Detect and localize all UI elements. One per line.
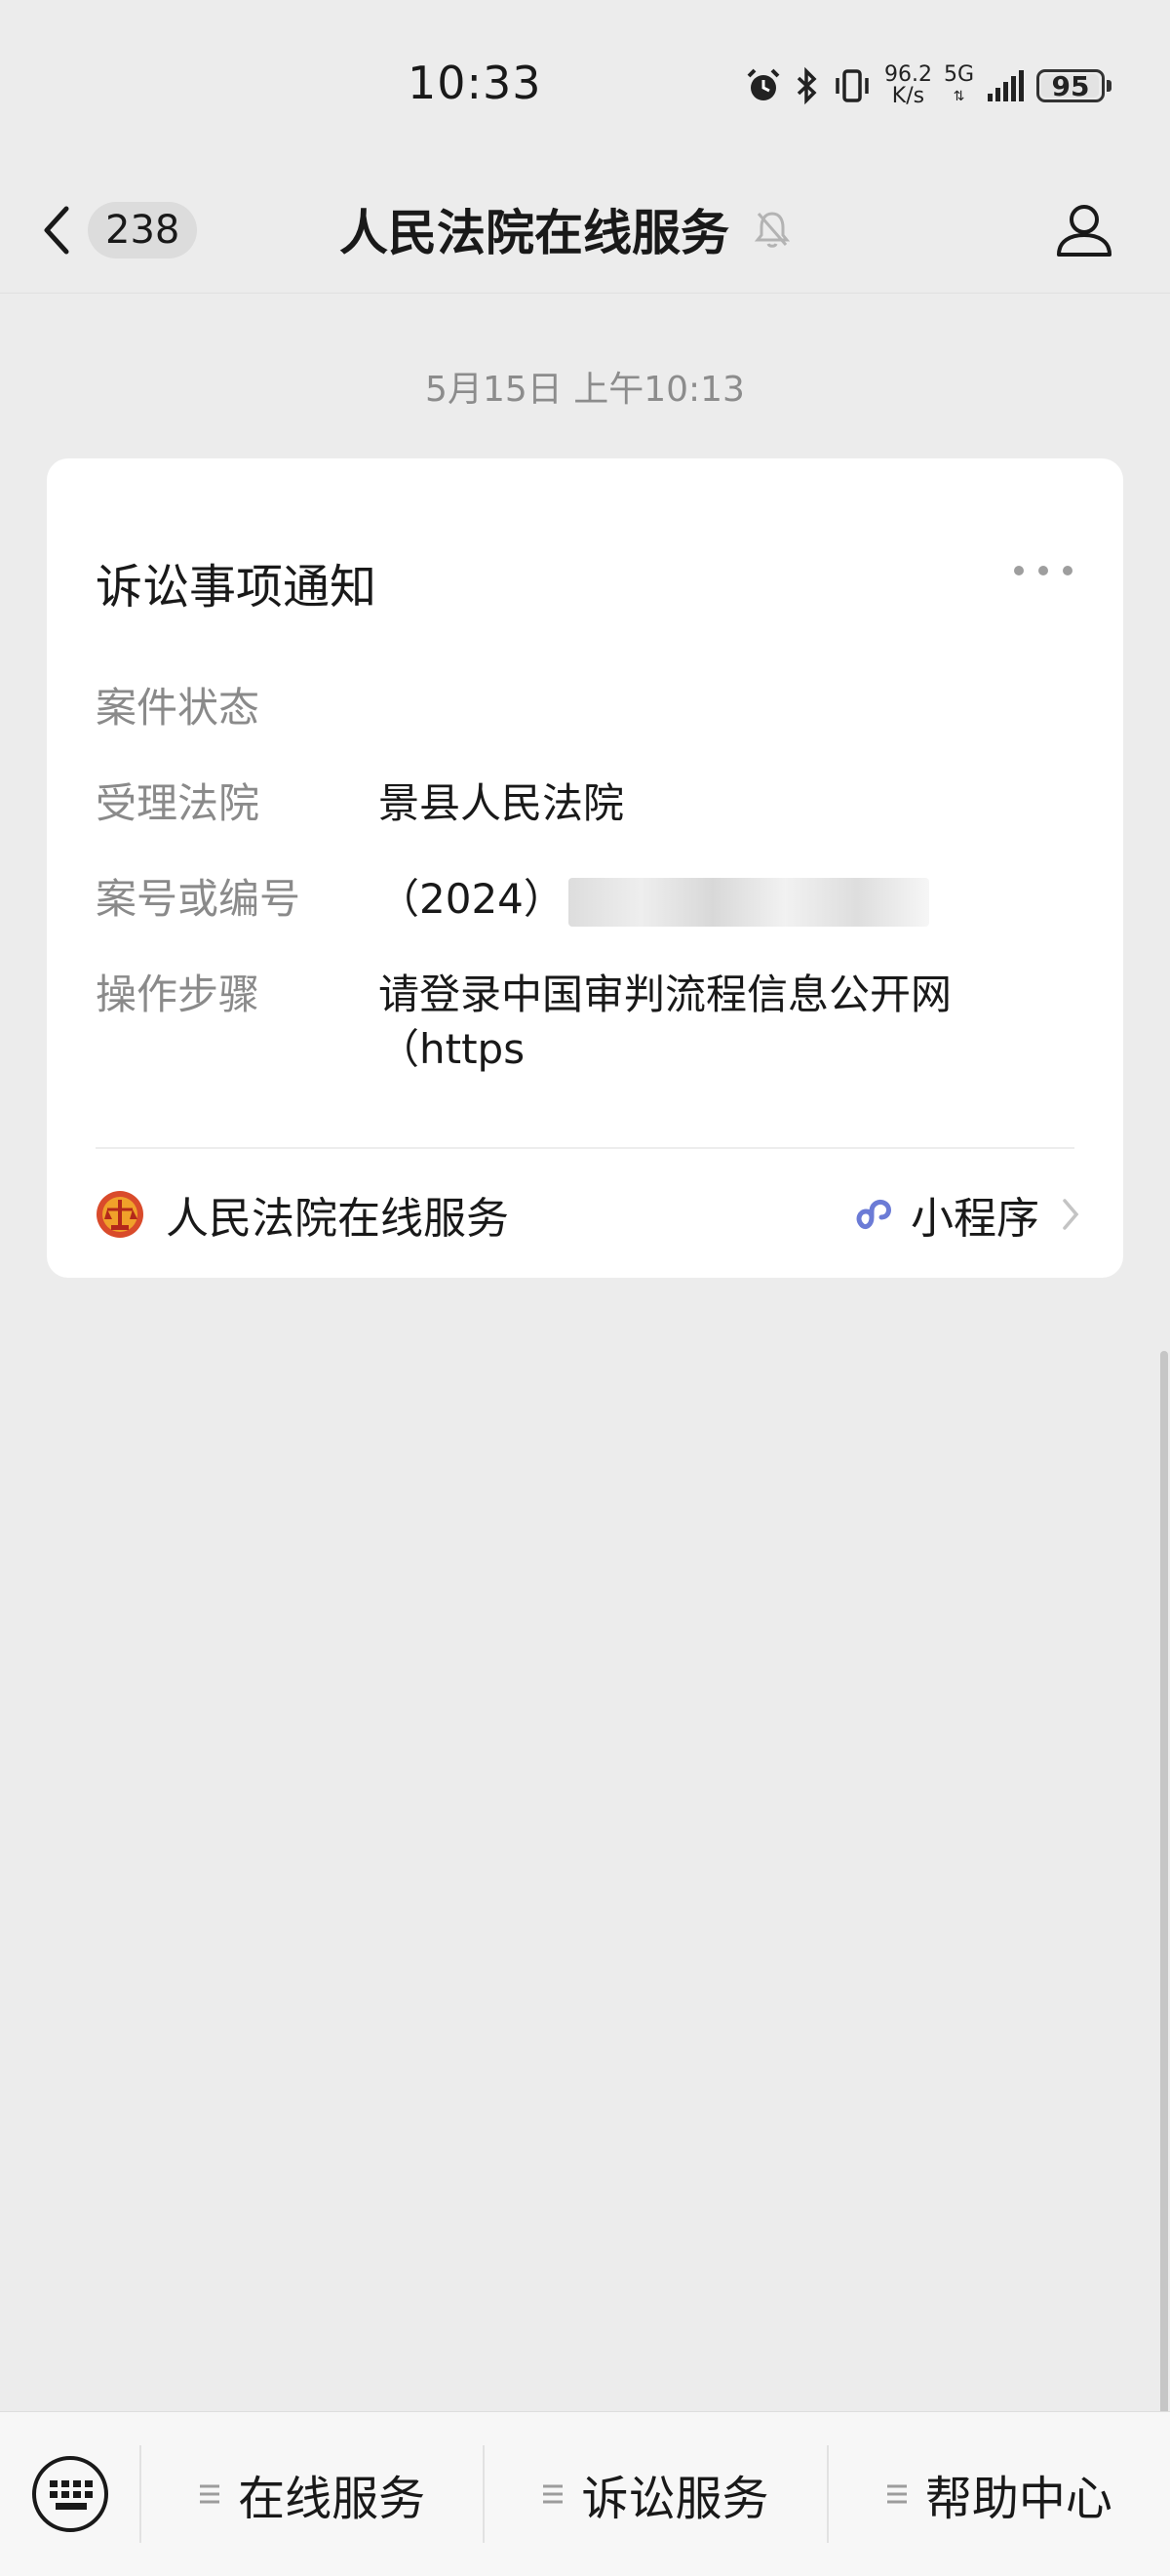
menu-lines-icon	[543, 2484, 564, 2504]
dot-icon	[1038, 566, 1048, 575]
mini-program-icon	[856, 1199, 891, 1230]
mini-program-tag: 小程序	[852, 1183, 1080, 1246]
status-bar: 10:33 96.2 K/s 5G ⇅ 95	[0, 0, 1170, 166]
keyboard-toggle-button[interactable]	[0, 2445, 141, 2543]
field-value: 景县人民法院	[378, 779, 625, 827]
mute-bell-icon	[754, 212, 791, 248]
nav-bar: 238 人民法院在线服务	[0, 166, 1170, 294]
field-label: 操作步骤	[96, 971, 260, 1018]
menu-online-service[interactable]: 在线服务	[141, 2445, 486, 2543]
field-label: 案件状态	[96, 684, 260, 732]
card-divider	[96, 1147, 1074, 1149]
status-time: 10:33	[408, 57, 542, 109]
court-emblem-icon	[97, 1191, 143, 1238]
unread-count-badge: 238	[88, 202, 198, 258]
signal-icon	[988, 70, 1024, 101]
case-number-prefix: （2024）	[378, 875, 565, 923]
battery-tip	[1107, 80, 1112, 92]
bluetooth-icon	[797, 66, 817, 105]
card-title: 诉讼事项通知	[96, 560, 377, 614]
mini-program-label: 小程序	[911, 1194, 1039, 1244]
keyboard-icon	[31, 2456, 108, 2532]
field-label: 受理法院	[96, 779, 260, 827]
vibrate-icon	[836, 69, 869, 102]
field-value-wrap: （2024）	[378, 872, 1002, 927]
page-title: 人民法院在线服务	[339, 205, 729, 261]
mini-program-name: 人民法院在线服务	[166, 1194, 509, 1244]
message-timestamp: 5月15日 上午10:13	[425, 370, 745, 410]
battery-level: 95	[1051, 69, 1090, 102]
menu-lines-icon	[200, 2484, 220, 2504]
menu-lines-icon	[886, 2484, 907, 2504]
battery-indicator: 95	[1036, 69, 1105, 102]
chevron-right-icon	[1063, 1199, 1079, 1230]
person-icon	[1057, 205, 1112, 257]
net-speed-value: 96.2	[883, 62, 932, 87]
more-options-button[interactable]	[1014, 556, 1072, 585]
redacted-block	[567, 877, 929, 927]
menu-label: 在线服务	[238, 2472, 426, 2526]
field-case-number: 案号或编号 （2024）	[96, 872, 1080, 927]
menu-litigation-service[interactable]: 诉讼服务	[485, 2445, 829, 2543]
menu-label: 诉讼服务	[581, 2472, 769, 2526]
dot-icon	[1014, 566, 1024, 575]
net-speed-unit: K/s	[891, 84, 925, 108]
dot-icon	[1063, 566, 1072, 575]
mini-program-link[interactable]: 人民法院在线服务 小程序	[96, 1151, 1080, 1278]
notification-card[interactable]: 诉讼事项通知 案件状态 受理法院 景县人民法院 案号或编号 （2024） 操作步…	[47, 458, 1123, 1278]
back-button[interactable]: 238	[39, 191, 198, 269]
field-case-status: 案件状态	[96, 681, 1080, 735]
alarm-icon	[747, 68, 780, 100]
field-court: 受理法院 景县人民法院	[96, 776, 1080, 831]
scrollbar[interactable]	[1160, 1351, 1168, 2458]
menu-help-center[interactable]: 帮助中心	[829, 2445, 1170, 2543]
network-label: 5G	[943, 62, 974, 87]
field-label: 案号或编号	[96, 875, 301, 923]
field-value: 请登录中国审判流程信息公开网（https	[378, 971, 953, 1073]
profile-button[interactable]	[1045, 189, 1123, 267]
bottom-menu-bar: 在线服务 诉讼服务 帮助中心	[0, 2411, 1170, 2576]
field-value	[378, 681, 1002, 735]
net-speed: 96.2 K/s	[884, 64, 932, 107]
status-icons: 96.2 K/s 5G ⇅ 95	[744, 60, 1112, 111]
menu-label: 帮助中心	[924, 2472, 1112, 2526]
chevron-left-icon	[44, 206, 69, 255]
network-type: 5G ⇅	[943, 62, 974, 105]
field-steps: 操作步骤 请登录中国审判流程信息公开网（https	[96, 968, 1080, 1077]
